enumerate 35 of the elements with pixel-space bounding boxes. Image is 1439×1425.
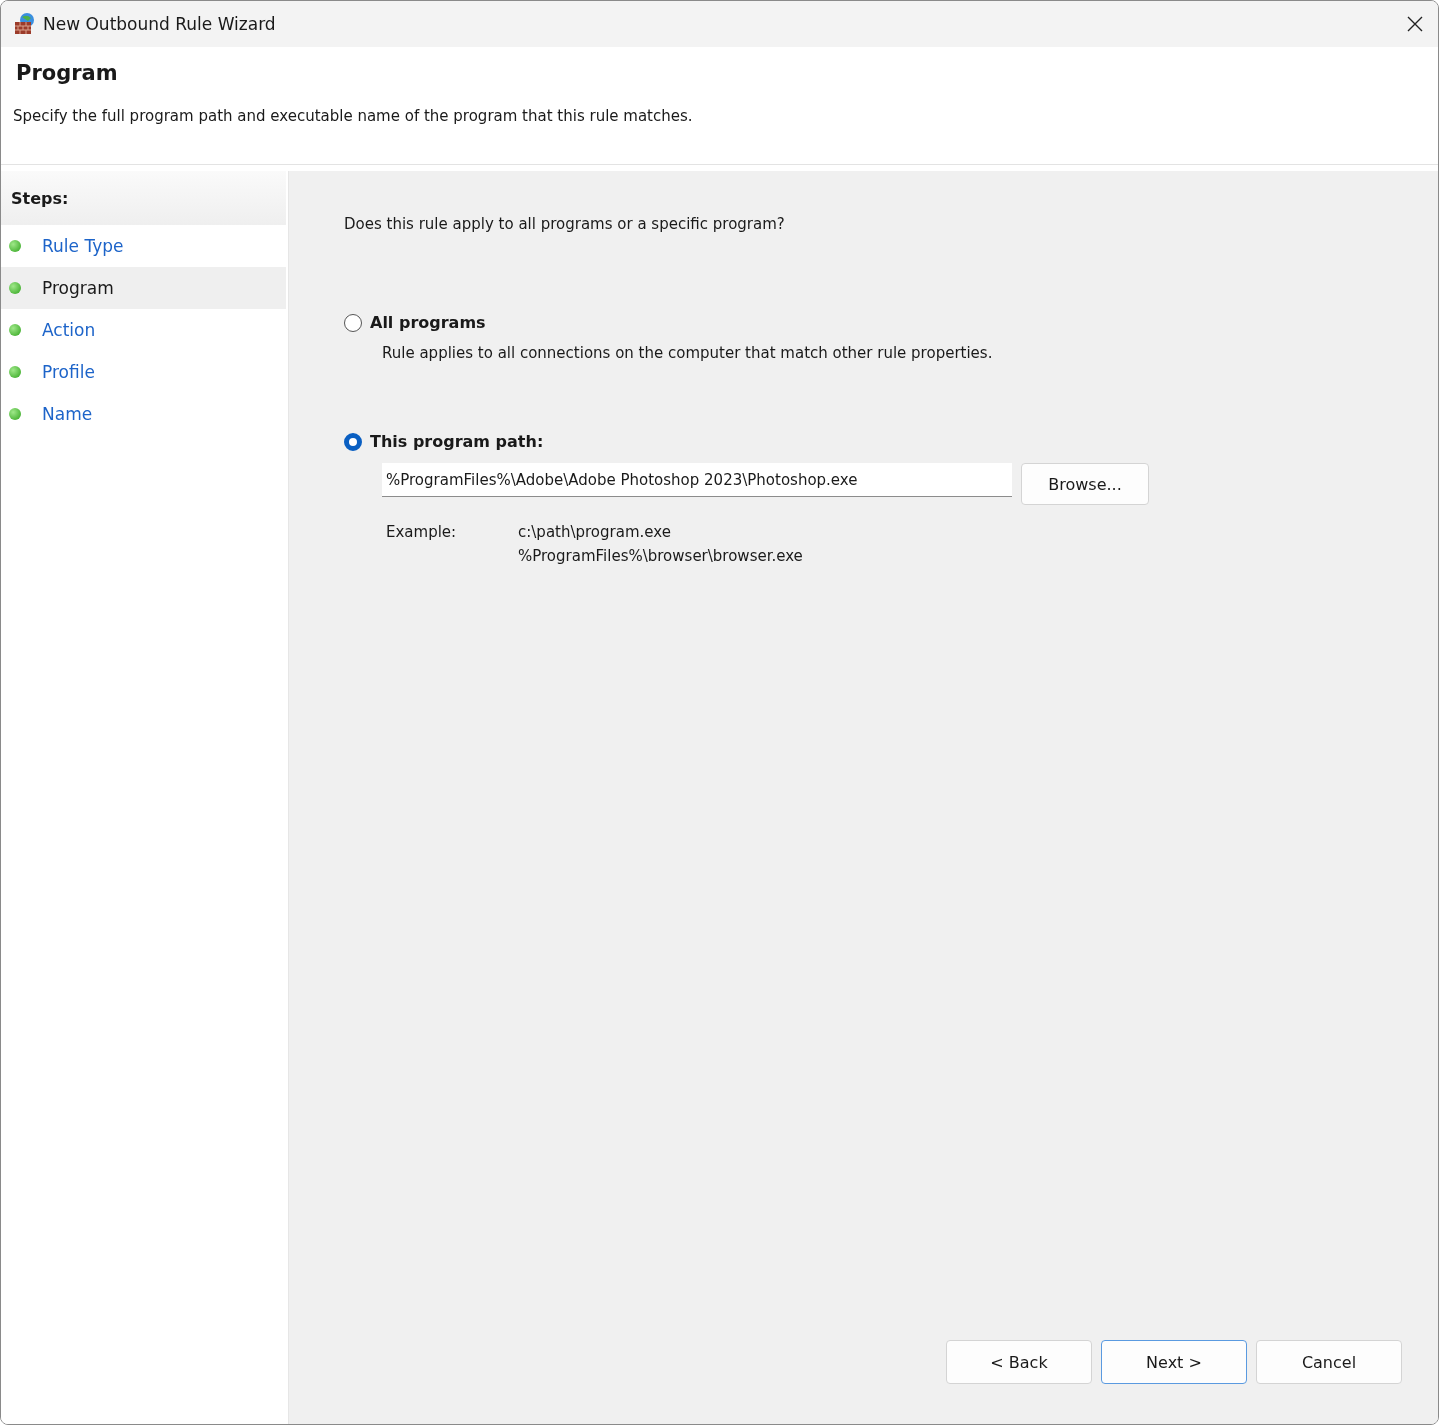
step-item[interactable]: Profile bbox=[1, 351, 286, 393]
window-title: New Outbound Rule Wizard bbox=[43, 14, 277, 34]
radio-button[interactable] bbox=[344, 313, 362, 332]
step-link[interactable]: Rule Type bbox=[42, 236, 124, 256]
close-icon bbox=[1406, 15, 1424, 33]
step-link[interactable]: Profile bbox=[42, 362, 95, 382]
step-link[interactable]: Program bbox=[42, 278, 114, 298]
example-label: Example: bbox=[386, 523, 458, 543]
status-dot-icon bbox=[9, 366, 21, 378]
radio-button[interactable] bbox=[344, 432, 362, 451]
radio-label[interactable]: This program path: bbox=[370, 432, 544, 451]
firewall-icon bbox=[13, 12, 37, 36]
step-item[interactable]: Name bbox=[1, 393, 286, 435]
step-item[interactable]: Program bbox=[1, 267, 286, 309]
steps-heading: Steps: bbox=[1, 171, 286, 225]
status-dot-icon bbox=[9, 324, 21, 336]
status-dot-icon bbox=[9, 240, 21, 252]
step-link[interactable]: Name bbox=[42, 404, 93, 424]
radio-label[interactable]: All programs bbox=[370, 313, 486, 332]
page-description: Specify the full program path and executable name of the program that this rule matches. bbox=[13, 107, 694, 125]
step-item[interactable]: Rule Type bbox=[1, 225, 286, 267]
status-dot-icon bbox=[9, 408, 21, 420]
question-text: Does this rule apply to all programs or a specific program? bbox=[344, 215, 786, 233]
status-dot-icon bbox=[9, 282, 21, 294]
path-field[interactable]: %ProgramFiles%\Adobe\Adobe Photoshop 2023\Photoshop.exe bbox=[382, 463, 1012, 497]
browse-button[interactable]: Browse... bbox=[1021, 463, 1149, 505]
page-title: Program bbox=[16, 61, 119, 85]
step-link[interactable]: Action bbox=[42, 320, 96, 340]
option-description: Rule applies to all connections on the computer that match other rule properties. bbox=[382, 344, 994, 362]
example-path: c:\path\program.exe bbox=[518, 523, 672, 541]
dialog-button[interactable]: < Back bbox=[946, 1340, 1092, 1384]
dialog-button[interactable]: Cancel bbox=[1256, 1340, 1402, 1384]
dialog-button[interactable]: Next > bbox=[1101, 1340, 1247, 1384]
step-item[interactable]: Action bbox=[1, 309, 286, 351]
example-path: %ProgramFiles%\browser\browser.exe bbox=[518, 547, 804, 565]
